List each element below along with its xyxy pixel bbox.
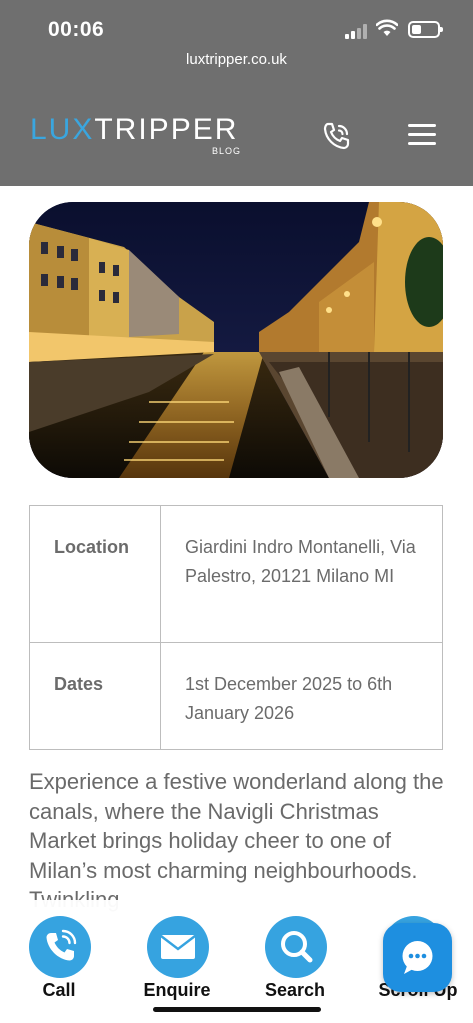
search-label[interactable]: Search	[245, 980, 345, 1001]
logo-lux: LUX	[30, 113, 95, 146]
bottom-action-bar: Call Enquire Search Scroll Up	[0, 900, 473, 1023]
enquire-button[interactable]	[147, 916, 209, 978]
location-label: Location	[29, 505, 161, 643]
chat-button[interactable]	[383, 923, 452, 992]
article-intro-text: Experience a festive wonderland along th…	[29, 769, 444, 912]
phone-icon	[46, 929, 77, 961]
cellular-signal-icon	[345, 23, 369, 39]
status-time: 00:06	[48, 18, 105, 41]
hamburger-menu-icon[interactable]	[408, 124, 436, 146]
phone-call-icon[interactable]	[321, 120, 353, 152]
dates-value: 1st December 2025 to 6th January 2026	[160, 642, 443, 750]
search-icon	[281, 931, 313, 963]
call-button[interactable]	[29, 916, 91, 978]
hero-image	[29, 202, 443, 478]
site-header: LUXTRIPPER BLOG	[0, 86, 473, 186]
logo-blog-label: BLOG	[212, 146, 242, 156]
envelope-icon	[160, 935, 196, 959]
event-info-table: Location Giardini Indro Montanelli, Via …	[29, 505, 443, 750]
battery-icon	[408, 21, 443, 38]
table-row: Location Giardini Indro Montanelli, Via …	[29, 505, 443, 643]
enquire-label[interactable]: Enquire	[127, 980, 227, 1001]
dates-label: Dates	[29, 642, 161, 750]
top-header: 00:06 luxtripper.co.uk LUXTRIPPER BLOG	[0, 0, 473, 186]
wifi-icon	[376, 19, 398, 36]
location-value: Giardini Indro Montanelli, Via Palestro,…	[160, 505, 443, 643]
table-row: Dates 1st December 2025 to 6th January 2…	[29, 642, 443, 750]
call-label[interactable]: Call	[9, 980, 109, 1001]
home-indicator	[153, 1007, 321, 1012]
status-bar: 00:06	[0, 0, 473, 50]
search-button[interactable]	[265, 916, 327, 978]
site-logo[interactable]: LUXTRIPPER	[30, 113, 238, 147]
browser-url[interactable]: luxtripper.co.uk	[0, 51, 473, 68]
chat-bubble-icon	[402, 941, 433, 974]
logo-tripper: TRIPPER	[94, 113, 239, 146]
navigli-canal-night-image	[29, 202, 443, 478]
